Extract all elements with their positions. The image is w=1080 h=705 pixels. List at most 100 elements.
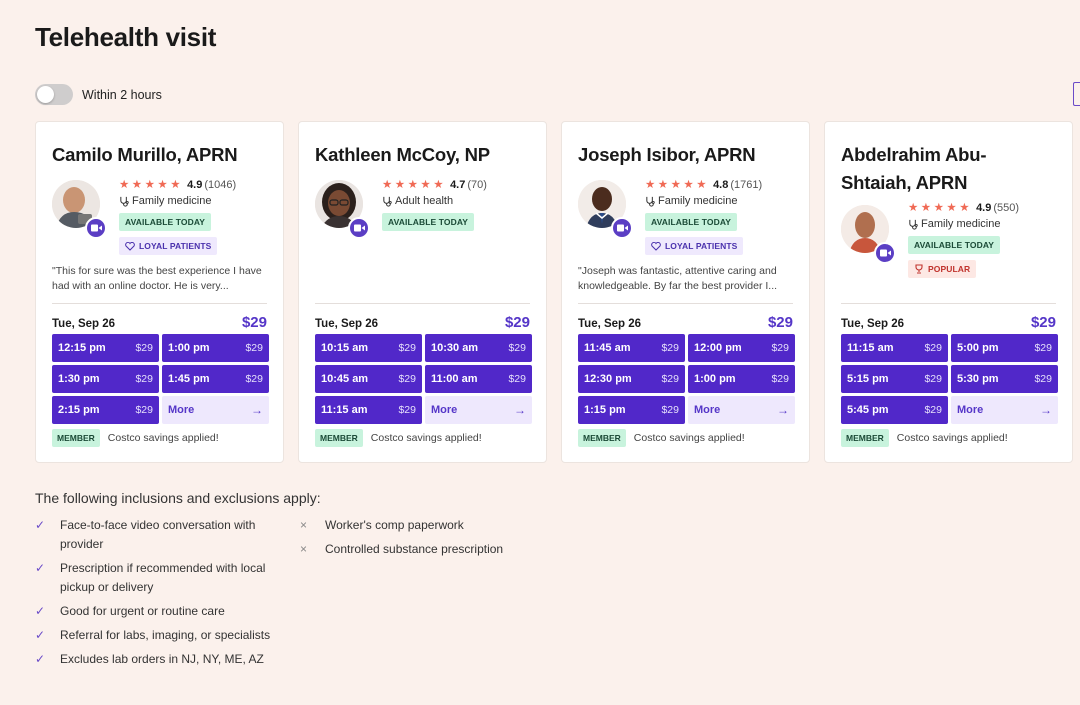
slot-price: $29 — [508, 342, 526, 354]
slot-price: $29 — [245, 342, 263, 354]
appointment-date: Tue, Sep 26 — [841, 318, 905, 330]
check-icon: ✓ — [35, 604, 46, 618]
available-today-badge: AVAILABLE TODAY — [645, 213, 738, 231]
slot-time: 12:00 pm — [694, 342, 742, 354]
more-times-button[interactable]: More → — [688, 396, 795, 424]
slot-time: 2:15 pm — [58, 404, 100, 416]
time-slots: 11:15 am $29 5:00 pm $29 5:15 pm $29 5:30 p… — [841, 334, 1058, 424]
within-2-hours-filter[interactable]: Within 2 hours — [35, 84, 162, 105]
specialty: Family medicine — [658, 195, 738, 207]
arrow-right-icon: → — [777, 403, 789, 417]
slot-price: $29 — [508, 373, 526, 385]
member-badge: MEMBER — [315, 429, 363, 447]
time-slot-button[interactable]: 1:15 pm $29 — [578, 396, 685, 424]
time-slot-button[interactable]: 2:15 pm $29 — [52, 396, 159, 424]
loyal-patients-badge: LOYAL PATIENTS — [119, 237, 218, 255]
time-slot-button[interactable]: 11:15 am $29 — [315, 396, 422, 424]
slot-time: 11:15 am — [321, 404, 368, 416]
time-slots: 12:15 pm $29 1:00 pm $29 1:30 pm $29 1:45 p… — [52, 334, 269, 424]
time-slot-button[interactable]: 10:30 am $29 — [425, 334, 532, 362]
more-times-button[interactable]: More → — [951, 396, 1058, 424]
slot-time: 12:15 pm — [58, 342, 106, 354]
time-slot-button[interactable]: 1:00 pm $29 — [688, 365, 795, 393]
inclusion-item: ✓ Face-to-face video conversation with pr… — [35, 516, 275, 554]
slot-price: $29 — [135, 404, 153, 416]
slot-price: $29 — [771, 373, 789, 385]
provider-card[interactable]: Joseph Isibor, APRN ★★★★★ 4.8 (1761) Famil… — [561, 121, 810, 463]
slot-price: $29 — [924, 404, 942, 416]
divider — [315, 303, 530, 304]
slot-time: 5:00 pm — [957, 342, 999, 354]
slot-time: 1:00 pm — [694, 373, 736, 385]
slot-price: $29 — [924, 342, 942, 354]
member-badge: MEMBER — [578, 429, 626, 447]
exclusion-text: Worker's comp paperwork — [325, 518, 464, 532]
close-icon: × — [300, 542, 308, 556]
inclusion-text: Referral for labs, imaging, or specialis… — [60, 628, 271, 642]
review-count: (1046) — [204, 179, 237, 191]
more-label: More — [431, 404, 458, 416]
more-times-button[interactable]: More → — [425, 396, 532, 424]
provider-card[interactable]: Camilo Murillo, APRN ★★★★★ 4.9 (1046) Fami… — [35, 121, 284, 463]
within-2-hours-toggle[interactable] — [35, 84, 73, 105]
divider — [52, 303, 267, 304]
inclusion-text: Excludes lab orders in NJ, NY, ME, AZ — [60, 652, 264, 666]
rating-value: 4.7 — [450, 179, 466, 191]
more-label: More — [168, 404, 195, 416]
more-times-button[interactable]: More → — [162, 396, 269, 424]
time-slot-button[interactable]: 10:15 am $29 — [315, 334, 422, 362]
time-slot-button[interactable]: 10:45 am $29 — [315, 365, 422, 393]
heart-icon — [125, 241, 135, 251]
video-camera-icon — [611, 217, 633, 239]
slot-price: $29 — [135, 373, 153, 385]
appointment-date: Tue, Sep 26 — [315, 318, 379, 330]
provider-card[interactable]: Kathleen McCoy, NP ★★★★★ 4.7 (70) Adult he… — [298, 121, 547, 463]
stethoscope-icon — [646, 196, 655, 207]
appointment-date: Tue, Sep 26 — [578, 318, 642, 330]
time-slot-button[interactable]: 11:00 am $29 — [425, 365, 532, 393]
slot-price: $29 — [1034, 373, 1052, 385]
member-savings-text: Costco savings applied! — [370, 432, 482, 444]
close-icon: × — [300, 518, 308, 532]
time-slot-button[interactable]: 5:30 pm $29 — [951, 365, 1058, 393]
check-icon: ✓ — [35, 652, 46, 666]
visit-price: $29 — [504, 314, 530, 331]
rating-value: 4.9 — [187, 179, 203, 191]
popular-label: POPULAR — [928, 264, 971, 274]
time-slot-button[interactable]: 12:15 pm $29 — [52, 334, 159, 362]
exclusion-item: × Controlled substance prescription — [300, 540, 560, 559]
time-slot-button[interactable]: 11:15 am $29 — [841, 334, 948, 362]
filter-button-edge[interactable] — [1073, 82, 1080, 106]
slot-time: 12:30 pm — [584, 373, 632, 385]
time-slot-button[interactable]: 5:15 pm $29 — [841, 365, 948, 393]
inclusion-text: Prescription if recommended with local p… — [60, 561, 266, 594]
star-rating-icon: ★★★★★ — [119, 179, 184, 191]
slot-price: $29 — [245, 373, 263, 385]
member-badge: MEMBER — [52, 429, 100, 447]
time-slot-button[interactable]: 11:45 am $29 — [578, 334, 685, 362]
member-savings-text: Costco savings applied! — [896, 432, 1008, 444]
review-count: (550) — [993, 202, 1020, 214]
patient-review-quote: "This for sure was the best experience I… — [52, 265, 262, 292]
arrow-right-icon: → — [514, 403, 526, 417]
slot-time: 5:30 pm — [957, 373, 999, 385]
time-slot-button[interactable]: 5:45 pm $29 — [841, 396, 948, 424]
slot-time: 11:00 am — [431, 373, 478, 385]
time-slot-button[interactable]: 1:30 pm $29 — [52, 365, 159, 393]
toggle-knob — [37, 86, 54, 103]
slot-price: $29 — [398, 373, 416, 385]
loyal-patients-label: LOYAL PATIENTS — [139, 241, 212, 251]
appointment-date: Tue, Sep 26 — [52, 318, 116, 330]
provider-name: Joseph Isibor, APRN — [578, 144, 756, 165]
slot-time: 1:15 pm — [584, 404, 626, 416]
time-slot-button[interactable]: 1:00 pm $29 — [162, 334, 269, 362]
patient-review-quote: "Joseph was fantastic, attentive caring … — [578, 265, 778, 292]
slot-time: 1:00 pm — [168, 342, 210, 354]
time-slot-button[interactable]: 12:00 pm $29 — [688, 334, 795, 362]
time-slot-button[interactable]: 1:45 pm $29 — [162, 365, 269, 393]
more-label: More — [694, 404, 721, 416]
provider-card[interactable]: Abdelrahim Abu-Shtaiah, APRN ★★★★★ 4.9 (55… — [824, 121, 1073, 463]
member-savings-text: Costco savings applied! — [633, 432, 745, 444]
time-slot-button[interactable]: 12:30 pm $29 — [578, 365, 685, 393]
time-slot-button[interactable]: 5:00 pm $29 — [951, 334, 1058, 362]
